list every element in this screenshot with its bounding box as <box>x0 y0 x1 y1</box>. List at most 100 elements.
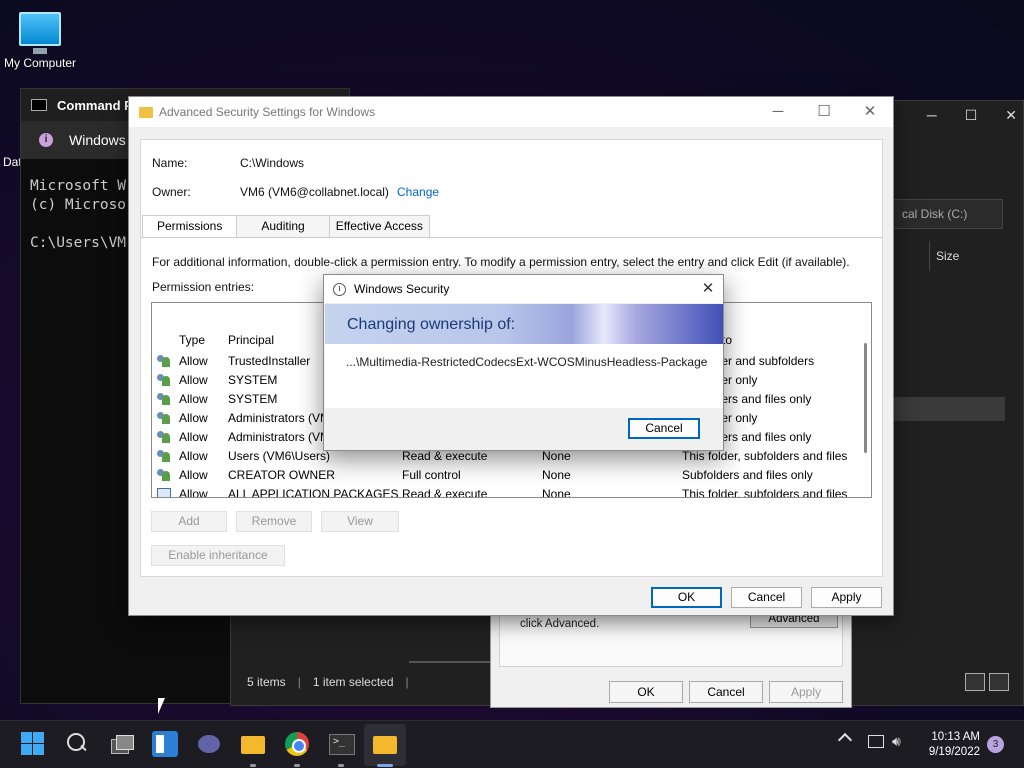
remove-button[interactable]: Remove <box>236 511 312 532</box>
row-type: Allow <box>179 373 208 387</box>
console-tab-title: Command P <box>57 97 133 113</box>
row-type: Allow <box>179 487 208 498</box>
ownership-path: ...\Multimedia-RestrictedCodecsExt-WCOSM… <box>346 355 708 369</box>
running-indicator <box>294 764 300 767</box>
desktop-icon-my-computer[interactable]: My Computer <box>2 8 78 70</box>
change-owner-link[interactable]: Change <box>397 185 439 199</box>
explorer-window-controls: ─ ☐ ✕ <box>927 107 1017 124</box>
details-view-icon[interactable] <box>965 673 985 691</box>
apply-button[interactable]: Apply <box>811 587 882 608</box>
row-access: Read & execute <box>402 487 488 498</box>
tab-effective-access[interactable]: Effective Access <box>328 215 430 237</box>
selected-row[interactable] <box>891 397 1005 421</box>
close-icon[interactable]: ✕ <box>847 97 893 127</box>
row-applies: This folder, subfolders and files <box>682 449 848 463</box>
row-type: Allow <box>179 411 208 425</box>
cancel-button[interactable]: Cancel <box>731 587 802 608</box>
row-principal: Administrators (VM <box>228 411 331 425</box>
info-icon: i <box>39 133 53 147</box>
maximize-icon[interactable]: ☐ <box>801 97 847 127</box>
row-principal: TrustedInstaller <box>228 354 311 368</box>
permission-row[interactable]: Allow CREATOR OWNER Full control None Su… <box>152 466 852 485</box>
search-icon[interactable] <box>64 731 90 757</box>
user-group-icon <box>156 449 172 463</box>
row-applies: lder and subfolders <box>712 354 815 368</box>
mouse-cursor-icon <box>158 698 165 714</box>
explorer-address-bar[interactable]: cal Disk (C:) <box>891 199 1003 229</box>
taskbar-date: 9/19/2022 <box>928 746 980 758</box>
properties-apply-button[interactable]: Apply <box>769 681 843 703</box>
minimize-icon[interactable]: ─ <box>755 97 801 127</box>
widgets-icon[interactable] <box>152 731 178 757</box>
task-view-icon[interactable] <box>108 731 134 757</box>
name-value: C:\Windows <box>240 156 305 170</box>
row-applies: This folder, subfolders and files <box>682 487 848 498</box>
start-button[interactable] <box>20 731 46 757</box>
sec-titlebar[interactable]: Windows Security ✕ <box>324 275 723 303</box>
scrollbar-thumb[interactable] <box>864 343 867 453</box>
sec-cancel-button[interactable]: Cancel <box>628 418 700 439</box>
adv-window-title: Advanced Security Settings for Windows <box>159 105 376 119</box>
permission-entries-label: Permission entries: <box>152 280 255 294</box>
chevron-up-icon[interactable] <box>837 732 853 748</box>
add-button[interactable]: Add <box>151 511 227 532</box>
console-info-text: Windows <box>69 132 126 148</box>
properties-ok-button[interactable]: OK <box>609 681 683 703</box>
row-principal: Users (VM6\Users) <box>228 449 331 463</box>
desktop-icon-label: My Computer <box>3 56 77 70</box>
user-group-icon <box>156 468 172 482</box>
permission-row[interactable]: Allow ALL APPLICATION PACKAGES Read & ex… <box>152 485 852 498</box>
row-applies: lders and files only <box>712 430 812 444</box>
adv-titlebar[interactable]: Advanced Security Settings for Windows ─… <box>129 97 893 127</box>
taskbar-time: 10:13 AM <box>931 731 980 743</box>
chat-icon[interactable] <box>196 731 222 757</box>
tab-auditing[interactable]: Auditing <box>236 215 330 237</box>
running-indicator <box>250 764 256 767</box>
row-access: Read & execute <box>402 449 488 463</box>
folder-taskbar-icon[interactable] <box>372 731 398 757</box>
cmd-icon <box>31 99 47 111</box>
view-toggle <box>965 673 1009 691</box>
owner-label: Owner: <box>152 185 191 199</box>
column-header-size[interactable]: Size <box>929 241 1009 271</box>
view-button[interactable]: View <box>321 511 399 532</box>
chrome-icon[interactable] <box>284 731 310 757</box>
properties-dialog[interactable]: click Advanced. Advanced OK Cancel Apply <box>490 604 852 708</box>
column-header-type[interactable]: Type <box>179 333 205 347</box>
row-type: Allow <box>179 392 208 406</box>
close-icon[interactable]: ✕ <box>693 275 723 303</box>
enable-inheritance-button[interactable]: Enable inheritance <box>151 545 285 566</box>
user-group-icon <box>156 430 172 444</box>
taskbar-clock[interactable]: 10:13 AM 9/19/2022 <box>924 730 980 760</box>
desktop-icon-partial-label[interactable]: Dat <box>3 155 22 169</box>
sec-dialog-title: Windows Security <box>354 282 450 296</box>
minimize-icon[interactable]: ─ <box>927 107 937 124</box>
volume-icon[interactable]: 🔊︎ <box>892 733 901 750</box>
windows-security-dialog[interactable]: Windows Security ✕ Changing ownership of… <box>323 274 724 451</box>
row-principal: SYSTEM <box>228 373 278 387</box>
properties-cancel-button[interactable]: Cancel <box>689 681 763 703</box>
clock-icon <box>333 282 346 296</box>
sec-banner-heading: Changing ownership of: <box>325 304 723 344</box>
row-applies: lders and files only <box>712 392 812 406</box>
folder-icon <box>139 106 153 118</box>
user-group-icon <box>156 373 172 387</box>
maximize-icon[interactable]: ☐ <box>965 107 978 124</box>
column-header-principal[interactable]: Principal <box>228 333 274 347</box>
user-group-icon <box>156 411 172 425</box>
terminal-icon[interactable] <box>328 731 355 757</box>
ok-button[interactable]: OK <box>651 587 722 608</box>
row-type: Allow <box>179 430 208 444</box>
tab-permissions[interactable]: Permissions <box>142 215 238 238</box>
user-group-icon <box>156 392 172 406</box>
row-principal: SYSTEM <box>228 392 278 406</box>
permission-list-scrollbar[interactable] <box>861 325 869 485</box>
status-item-count: 5 items <box>247 675 286 689</box>
row-type: Allow <box>179 468 208 482</box>
network-icon[interactable] <box>868 735 884 748</box>
notification-badge[interactable]: 3 <box>987 736 1004 753</box>
close-icon[interactable]: ✕ <box>1005 107 1017 124</box>
file-explorer-taskbar-icon[interactable] <box>240 731 266 757</box>
tiles-view-icon[interactable] <box>989 673 1009 691</box>
row-principal: CREATOR OWNER <box>228 468 335 482</box>
